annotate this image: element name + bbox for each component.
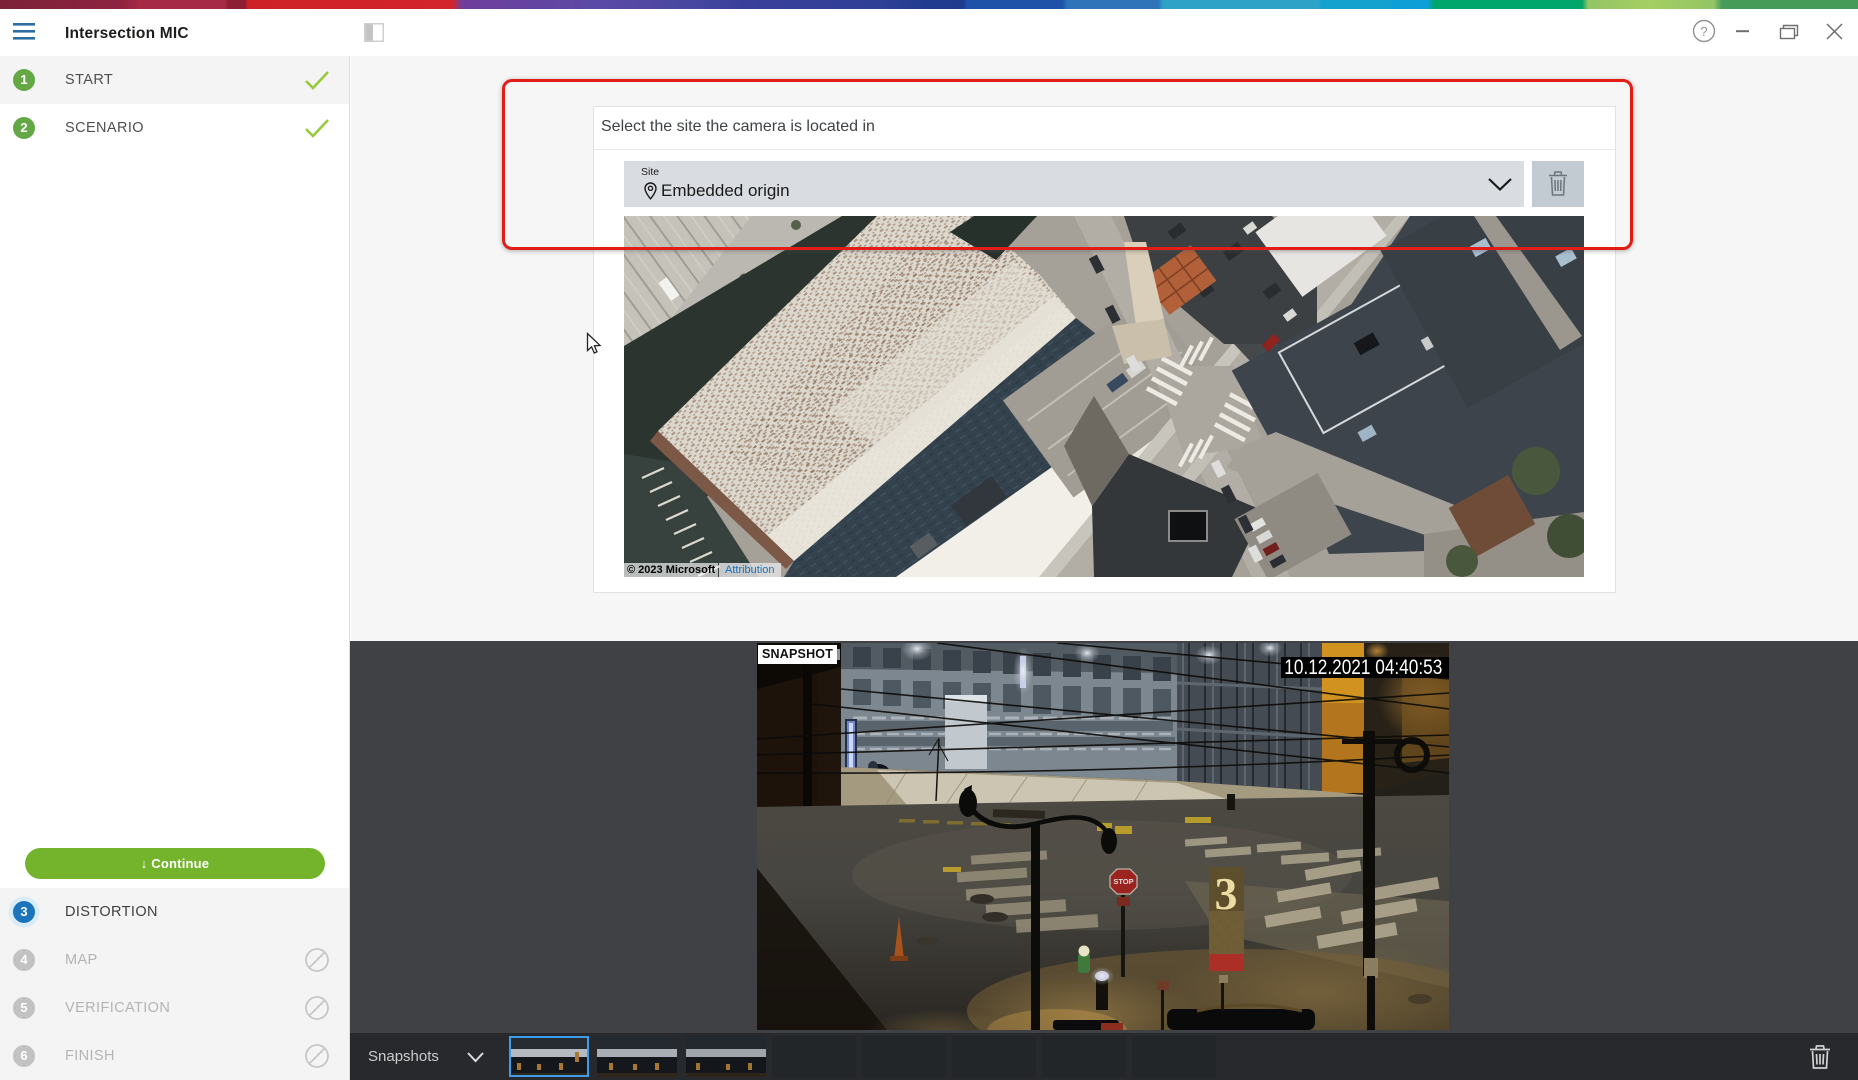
svg-text:3: 3 bbox=[1215, 868, 1238, 919]
svg-text:?: ? bbox=[1700, 24, 1707, 39]
svg-text:STOP: STOP bbox=[1113, 877, 1133, 886]
